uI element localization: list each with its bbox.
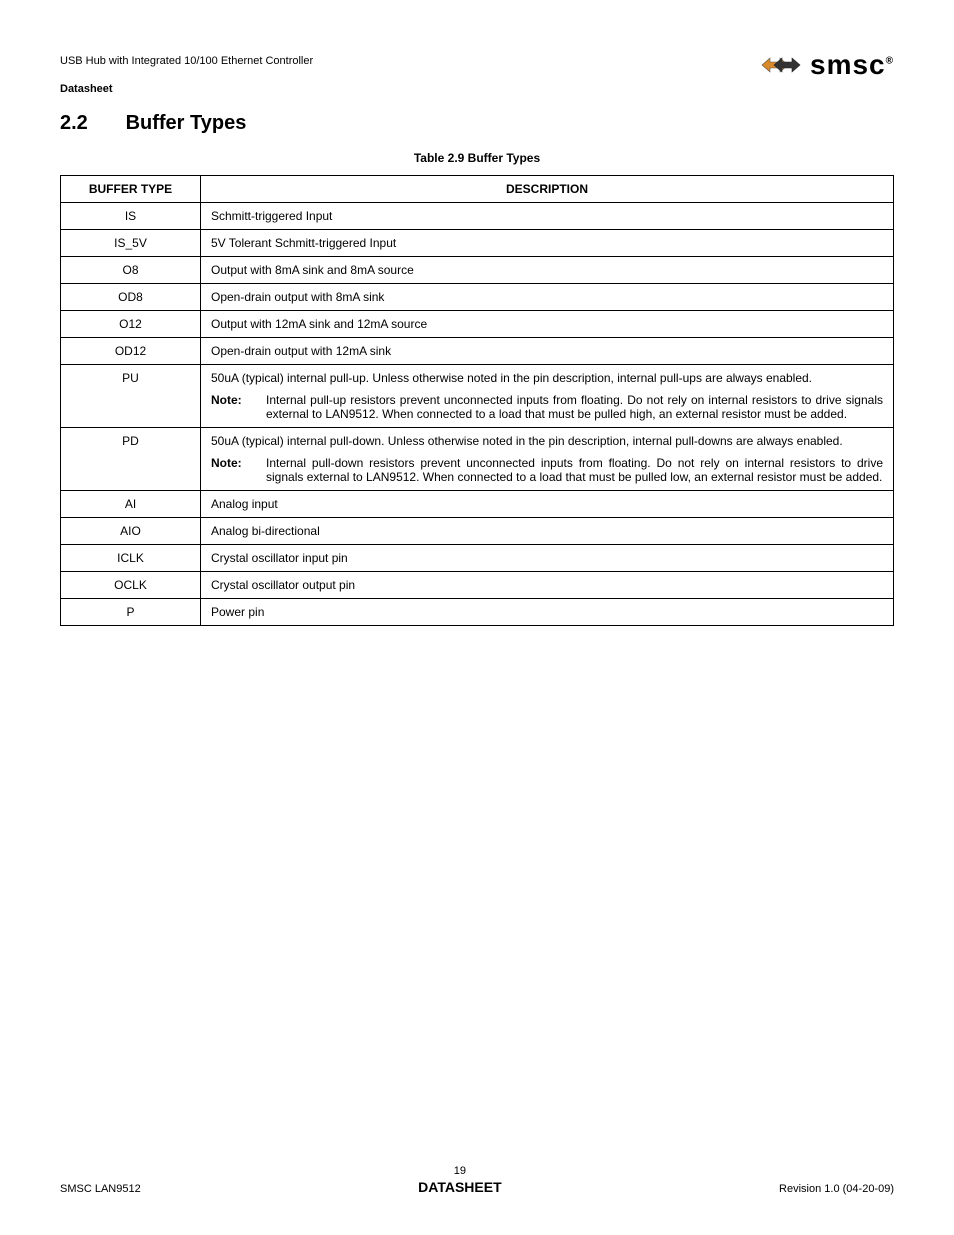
description-cell: Analog bi-directional — [201, 518, 894, 545]
description-cell: Schmitt-triggered Input — [201, 203, 894, 230]
note-block: Note:Internal pull-down resistors preven… — [211, 456, 883, 484]
col-header-description: DESCRIPTION — [201, 176, 894, 203]
buffer-type-cell: O8 — [61, 257, 201, 284]
page-footer: SMSC LAN9512 19 DATASHEET Revision 1.0 (… — [60, 1165, 894, 1195]
section-number: 2.2 — [60, 112, 120, 135]
doc-label: Datasheet — [60, 83, 113, 95]
footer-left: SMSC LAN9512 — [60, 1183, 141, 1195]
description-text: Analog input — [211, 497, 883, 511]
footer-right: Revision 1.0 (04-20-09) — [779, 1183, 894, 1195]
description-text: Power pin — [211, 605, 883, 619]
section-title: Buffer Types — [126, 112, 247, 134]
description-text: Output with 8mA sink and 8mA source — [211, 263, 883, 277]
table-row: P Power pin — [61, 599, 894, 626]
buffer-type-cell: P — [61, 599, 201, 626]
description-cell: Output with 8mA sink and 8mA source — [201, 257, 894, 284]
description-text: Open-drain output with 12mA sink — [211, 344, 883, 358]
description-text: Crystal oscillator output pin — [211, 578, 883, 592]
description-text: 5V Tolerant Schmitt-triggered Input — [211, 236, 883, 250]
logo-text: smsc® — [810, 49, 894, 81]
buffer-type-cell: OD8 — [61, 284, 201, 311]
table-row: AI Analog input — [61, 491, 894, 518]
table-row: ICLK Crystal oscillator input pin — [61, 545, 894, 572]
buffer-type-cell: OD12 — [61, 338, 201, 365]
description-text: Open-drain output with 8mA sink — [211, 290, 883, 304]
description-cell: Crystal oscillator input pin — [201, 545, 894, 572]
table-row: PD 50uA (typical) internal pull-down. Unl… — [61, 428, 894, 491]
note-label: Note: — [211, 456, 266, 484]
description-cell: Open-drain output with 12mA sink — [201, 338, 894, 365]
section-heading: 2.2 Buffer Types — [60, 112, 894, 135]
table-caption: Table 2.9 Buffer Types — [60, 151, 894, 165]
description-text: Analog bi-directional — [211, 524, 883, 538]
description-cell: Analog input — [201, 491, 894, 518]
table-row: O12 Output with 12mA sink and 12mA source — [61, 311, 894, 338]
description-cell: 50uA (typical) internal pull-up. Unless … — [201, 365, 894, 428]
description-cell: Crystal oscillator output pin — [201, 572, 894, 599]
description-text: 50uA (typical) internal pull-up. Unless … — [211, 371, 883, 385]
table-row: OD8 Open-drain output with 8mA sink — [61, 284, 894, 311]
doc-subtitle: USB Hub with Integrated 10/100 Ethernet … — [60, 55, 313, 67]
table-row: AIO Analog bi-directional — [61, 518, 894, 545]
footer-title: DATASHEET — [141, 1179, 779, 1195]
logo-icon — [756, 50, 802, 80]
note-block: Note:Internal pull-up resistors prevent … — [211, 393, 883, 421]
brand-logo: smsc® — [756, 49, 894, 81]
note-text: Internal pull-down resistors prevent unc… — [266, 456, 883, 484]
description-text: Output with 12mA sink and 12mA source — [211, 317, 883, 331]
description-cell: Output with 12mA sink and 12mA source — [201, 311, 894, 338]
table-row: O8 Output with 8mA sink and 8mA source — [61, 257, 894, 284]
table-row: PU 50uA (typical) internal pull-up. Unles… — [61, 365, 894, 428]
note-label: Note: — [211, 393, 266, 421]
description-text: Crystal oscillator input pin — [211, 551, 883, 565]
description-text: 50uA (typical) internal pull-down. Unles… — [211, 434, 883, 448]
buffer-type-cell: AIO — [61, 518, 201, 545]
buffer-type-cell: O12 — [61, 311, 201, 338]
description-cell: Power pin — [201, 599, 894, 626]
buffer-type-cell: OCLK — [61, 572, 201, 599]
page-header: USB Hub with Integrated 10/100 Ethernet … — [60, 55, 894, 110]
table-row: IS Schmitt-triggered Input — [61, 203, 894, 230]
buffer-type-cell: ICLK — [61, 545, 201, 572]
buffer-type-cell: IS — [61, 203, 201, 230]
col-header-buffer-type: BUFFER TYPE — [61, 176, 201, 203]
buffer-types-table: BUFFER TYPE DESCRIPTION IS Schmitt-trigge… — [60, 175, 894, 626]
description-cell: Open-drain output with 8mA sink — [201, 284, 894, 311]
table-row: OD12 Open-drain output with 12mA sink — [61, 338, 894, 365]
description-cell: 50uA (typical) internal pull-down. Unles… — [201, 428, 894, 491]
buffer-type-cell: AI — [61, 491, 201, 518]
buffer-type-cell: PU — [61, 365, 201, 428]
table-header-row: BUFFER TYPE DESCRIPTION — [61, 176, 894, 203]
table-row: IS_5V 5V Tolerant Schmitt-triggered Input — [61, 230, 894, 257]
description-cell: 5V Tolerant Schmitt-triggered Input — [201, 230, 894, 257]
table-row: OCLK Crystal oscillator output pin — [61, 572, 894, 599]
buffer-type-cell: IS_5V — [61, 230, 201, 257]
description-text: Schmitt-triggered Input — [211, 209, 883, 223]
footer-page-number: 19 — [141, 1165, 779, 1177]
buffer-type-cell: PD — [61, 428, 201, 491]
note-text: Internal pull-up resistors prevent uncon… — [266, 393, 883, 421]
